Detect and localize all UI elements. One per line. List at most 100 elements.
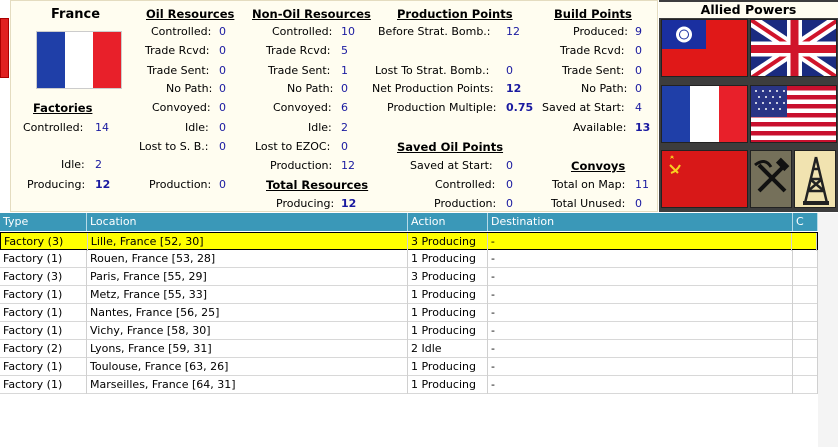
- china-flag-icon[interactable]: [661, 19, 748, 77]
- cell-destination: -: [488, 376, 793, 394]
- oil-convoyed-label: Convoyed:: [152, 101, 211, 114]
- uk-flag-icon[interactable]: [750, 19, 837, 77]
- bp-trade-sent-value: 0: [635, 64, 642, 77]
- oil-idle-value: 0: [219, 121, 226, 134]
- table-row[interactable]: Factory (1) Vichy, France [58, 30] 1 Pro…: [0, 322, 818, 340]
- bp-trade-sent-label: Trade Sent:: [562, 64, 625, 77]
- factories-idle-label: Idle:: [61, 158, 85, 171]
- oil-trade-rcvd-label: Trade Rcvd:: [145, 44, 210, 57]
- factories-producing-value: 12: [95, 178, 111, 191]
- cell-action: 3 Producing: [408, 268, 488, 286]
- table-row[interactable]: Factory (1) Nantes, France [56, 25] 1 Pr…: [0, 304, 818, 322]
- cell-action: 1 Producing: [408, 250, 488, 268]
- saved-oil-controlled-label: Controlled:: [435, 178, 496, 191]
- production-screen: France Factories Controlled: 14 Idle: 2 …: [0, 0, 838, 447]
- nonoil-no-path-value: 0: [341, 82, 348, 95]
- pp-lost-value: 0: [506, 64, 513, 77]
- bp-saved-start-label: Saved at Start:: [542, 101, 625, 114]
- cell-location: Metz, France [55, 33]: [87, 286, 408, 304]
- factories-idle-value: 2: [95, 158, 102, 171]
- nonoil-no-path-label: No Path:: [287, 82, 334, 95]
- usa-flag-icon[interactable]: [750, 85, 837, 143]
- ussr-flag-icon[interactable]: [661, 150, 748, 208]
- table-row[interactable]: Factory (1) Toulouse, France [63, 26] 1 …: [0, 358, 818, 376]
- cell-c: [793, 250, 818, 268]
- factories-controlled-label: Controlled:: [23, 121, 84, 134]
- table-scrollbar[interactable]: [818, 213, 838, 447]
- cell-destination: -: [488, 233, 793, 251]
- build-points-header: Build Points: [554, 7, 632, 21]
- table-row[interactable]: Factory (2) Lyons, France [59, 31] 2 Idl…: [0, 340, 818, 358]
- table-row[interactable]: Factory (1) Metz, France [55, 33] 1 Prod…: [0, 286, 818, 304]
- cell-destination: -: [488, 322, 793, 340]
- cell-c: [793, 304, 818, 322]
- cell-destination: -: [488, 340, 793, 358]
- nonoil-trade-rcvd-value: 5: [341, 44, 348, 57]
- cell-c: [793, 340, 818, 358]
- nonoil-resources-header: Non-Oil Resources: [252, 7, 371, 21]
- cell-c: [793, 322, 818, 340]
- pp-net-label: Net Production Points:: [372, 82, 494, 95]
- cell-destination: -: [488, 250, 793, 268]
- bp-saved-start-value: 4: [635, 101, 642, 114]
- cell-destination: -: [488, 286, 793, 304]
- nation-title: France: [51, 7, 101, 22]
- col-header-location[interactable]: Location: [87, 213, 408, 231]
- bp-no-path-label: No Path:: [581, 82, 628, 95]
- cell-c: [792, 233, 818, 251]
- cell-c: [793, 376, 818, 394]
- convoys-total-unused-value: 0: [635, 197, 642, 210]
- oil-resources-header: Oil Resources: [146, 7, 235, 21]
- nation-info-panel: France Factories Controlled: 14 Idle: 2 …: [10, 0, 658, 212]
- pp-multiple-label: Production Multiple:: [387, 101, 497, 114]
- nonoil-trade-sent-value: 1: [341, 64, 348, 77]
- table-row[interactable]: Factory (1) Marseilles, France [64, 31] …: [0, 376, 818, 394]
- nonoil-lost-ezoc-label: Lost to EZOC:: [255, 140, 331, 153]
- oil-no-path-label: No Path:: [166, 82, 213, 95]
- oil-lost-sb-value: 0: [219, 140, 226, 153]
- cell-type: Factory (1): [0, 286, 87, 304]
- cell-location: Nantes, France [56, 25]: [87, 304, 408, 322]
- cell-type: Factory (1): [0, 250, 87, 268]
- saved-oil-start-value: 0: [506, 159, 513, 172]
- nonoil-trade-sent-label: Trade Sent:: [268, 64, 331, 77]
- bp-trade-rcvd-label: Trade Rcvd:: [560, 44, 625, 57]
- col-header-action[interactable]: Action: [408, 213, 488, 231]
- table-row[interactable]: Factory (1) Rouen, France [53, 28] 1 Pro…: [0, 250, 818, 268]
- cell-location: Toulouse, France [63, 26]: [87, 358, 408, 376]
- col-header-destination[interactable]: Destination: [488, 213, 793, 231]
- col-header-c[interactable]: C: [793, 213, 818, 231]
- oil-convoyed-value: 0: [219, 101, 226, 114]
- cell-location: Paris, France [55, 29]: [87, 268, 408, 286]
- saved-oil-production-label: Production:: [434, 197, 497, 210]
- table-row[interactable]: Factory (3) Paris, France [55, 29] 3 Pro…: [0, 268, 818, 286]
- pp-before-value: 12: [506, 25, 520, 38]
- factories-producing-label: Producing:: [27, 178, 86, 191]
- oil-controlled-label: Controlled:: [151, 25, 212, 38]
- oil-derrick-icon[interactable]: [794, 150, 836, 208]
- france-small-flag-icon[interactable]: [661, 85, 748, 143]
- cell-c: [793, 358, 818, 376]
- total-resources-header: Total Resources: [266, 178, 369, 192]
- cell-type: Factory (1): [0, 322, 87, 340]
- cell-location: Lille, France [52, 30]: [88, 233, 408, 251]
- nonoil-production-label: Production:: [270, 159, 333, 172]
- nonoil-idle-label: Idle:: [308, 121, 332, 134]
- allied-powers-panel: Allied Powers: [659, 0, 838, 212]
- cell-location: Vichy, France [58, 30]: [87, 322, 408, 340]
- saved-oil-header: Saved Oil Points: [397, 140, 504, 154]
- bp-produced-value: 9: [635, 25, 642, 38]
- nonoil-controlled-value: 10: [341, 25, 355, 38]
- cell-action: 1 Producing: [408, 358, 488, 376]
- col-header-type[interactable]: Type: [0, 213, 87, 231]
- cell-action: 3 Producing: [408, 233, 488, 251]
- cell-c: [793, 268, 818, 286]
- cell-destination: -: [488, 358, 793, 376]
- nonoil-convoyed-label: Convoyed:: [273, 101, 332, 114]
- table-row-selected[interactable]: Factory (3) Lille, France [52, 30] 3 Pro…: [0, 232, 818, 251]
- oil-trade-sent-label: Trade Sent:: [147, 64, 210, 77]
- left-scroll-tab[interactable]: [0, 18, 9, 78]
- hammer-pick-icon[interactable]: [750, 150, 792, 208]
- oil-lost-sb-label: Lost to S. B.:: [139, 140, 209, 153]
- bp-available-label: Available:: [573, 121, 627, 134]
